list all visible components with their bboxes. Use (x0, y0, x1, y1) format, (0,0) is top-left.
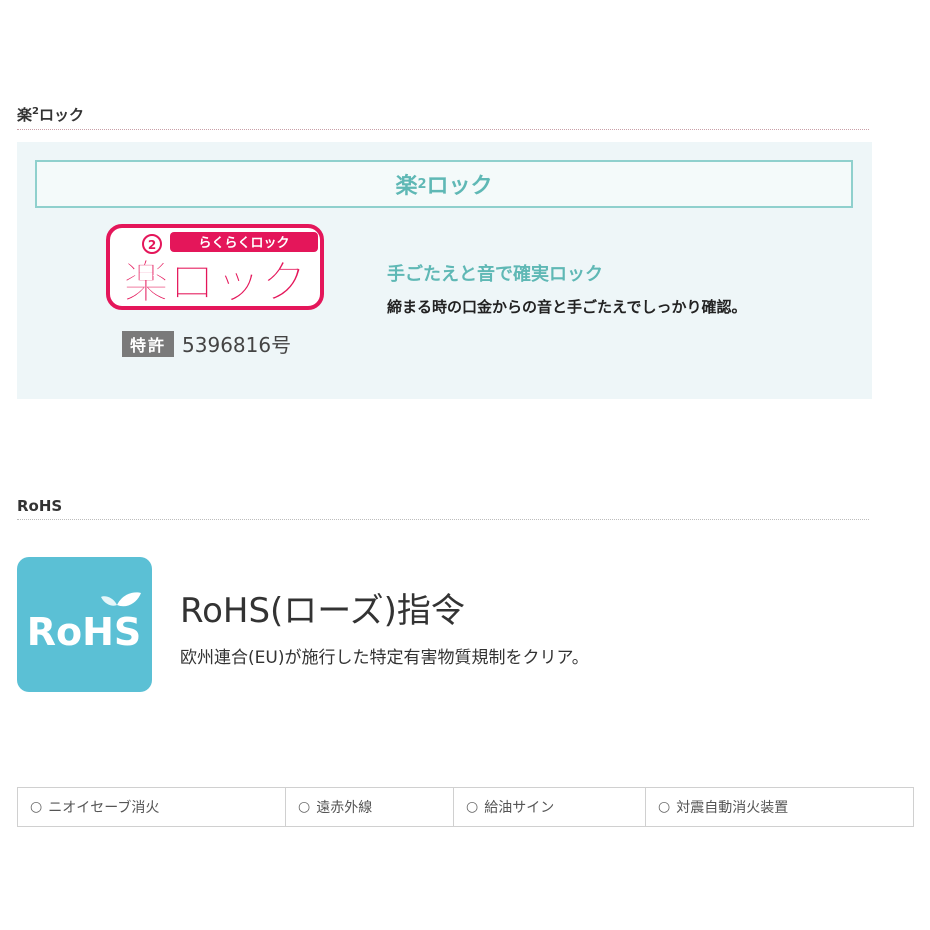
rohs-icon: RoHS (17, 557, 152, 692)
heading-text: 楽 (17, 106, 33, 124)
circle-icon: ○ (658, 799, 671, 815)
title-text-tail: ロック (426, 174, 493, 199)
feature-cell: ○ 遠赤外線 (286, 788, 454, 826)
feature-label: 遠赤外線 (316, 800, 373, 816)
rohs-title: RoHS(ローズ)指令 (180, 591, 465, 631)
rakurock-title-box: 楽 2 ロック (35, 160, 853, 208)
logo-kana-text: らくらくロック (198, 236, 289, 251)
feature-cell: ○ 給油サイン (454, 788, 646, 826)
rohs-section-heading: RoHS (17, 497, 869, 520)
logo-main-text: 楽ロック (123, 255, 307, 309)
feature-cell: ○ 対震自動消火装置 (646, 788, 913, 826)
circle-icon: ○ (466, 799, 479, 815)
rakurock-section-heading: 楽2ロック (17, 104, 869, 130)
heading-text-tail: ロック (38, 106, 84, 124)
feature-label: 給油サイン (484, 800, 555, 816)
rakurock-panel: 楽 2 ロック らくらくロック 楽ロック 2 特許 5396816号 手ごたえと音で… (17, 142, 872, 399)
feature-label: 対震自動消火装置 (676, 800, 789, 816)
rakurock-logo: らくらくロック 楽ロック 2 (106, 224, 324, 310)
heading-superscript: 2 (32, 106, 39, 117)
patent-info: 特許 5396816号 (122, 329, 291, 358)
title-text: 楽 (395, 174, 418, 199)
rakurock-description: 締まる時の口金からの音と手ごたえでしっかり確認。 (387, 298, 747, 316)
patent-label: 特許 (122, 330, 175, 357)
title-superscript: 2 (417, 176, 427, 192)
patent-number: 5396816号 (182, 333, 292, 357)
svg-text:2: 2 (148, 238, 156, 252)
circle-icon: ○ (298, 799, 311, 815)
rakurock-catchphrase: 手ごたえと音で確実ロック (387, 264, 603, 285)
feature-table: ○ ニオイセーブ消火 ○ 遠赤外線 ○ 給油サイン ○ 対震自動消火装置 (17, 787, 914, 827)
rohs-icon-text: RoHS (27, 610, 142, 654)
feature-cell: ○ ニオイセーブ消火 (18, 788, 286, 826)
feature-label: ニオイセーブ消火 (48, 800, 160, 816)
circle-icon: ○ (30, 799, 43, 815)
rohs-description: 欧州連合(EU)が施行した特定有害物質規制をクリア。 (180, 648, 589, 668)
